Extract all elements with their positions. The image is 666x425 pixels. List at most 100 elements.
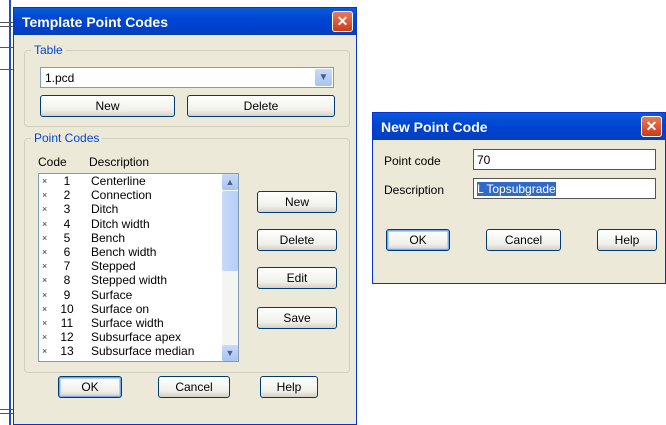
code-cell: 12 [60,330,74,345]
table-select[interactable]: 1.pcd ▼ [40,67,334,88]
description-cell: Ditch [91,202,119,217]
table-group-label: Table [31,43,66,57]
close-button[interactable]: ✕ [641,116,662,137]
point-code-label: Point code [384,154,441,168]
list-item[interactable]: × 12 Subsurface apex [39,331,222,343]
code-cell: 4 [63,216,71,231]
list-item[interactable]: × 10 Surface on [39,303,222,315]
help-button[interactable]: Help [597,229,657,251]
code-cell: 13 [60,344,74,359]
background-window-edge [9,0,11,425]
description-cell: Stepped width [91,273,168,288]
background-window-line [0,409,14,410]
point-codes-list[interactable]: × 1 Centerline × 2 Connection × 3 Ditch × 4 Ditch w… [38,173,239,362]
scroll-up-icon[interactable]: ▲ [222,174,238,190]
code-cell: 3 [63,202,71,217]
scroll-down-icon[interactable]: ▼ [222,345,238,361]
code-flag-icon: × [42,176,48,186]
list-item[interactable]: × 3 Ditch [39,203,222,215]
description-cell: Subsurface median [91,344,195,359]
code-cell: 5 [63,230,71,245]
list-item[interactable]: × 5 Bench [39,232,222,244]
description-cell: Bench [91,230,126,245]
description-cell: Stepped [91,259,136,274]
close-icon: ✕ [645,118,658,134]
help-button[interactable]: Help [260,376,318,398]
code-flag-icon: × [42,289,48,300]
list-scrollbar[interactable]: ▲ ▼ [222,174,238,361]
point-code-delete-button[interactable]: Delete [257,229,337,251]
cancel-button[interactable]: Cancel [158,376,230,398]
table-new-button[interactable]: New [40,95,175,117]
code-column-header: Code [38,155,67,169]
code-cell: 7 [63,259,71,274]
description-field[interactable]: L Topsubgrade [473,178,656,199]
new-point-code-dialog: New Point Code ✕ Point code 70 Descripti… [372,112,666,284]
description-cell: Bench width [91,245,157,259]
description-value: L Topsubgrade [477,181,556,196]
description-cell: Connection [91,188,152,203]
background-window-line [0,26,14,27]
list-item[interactable]: × 9 Surface [39,289,222,301]
code-flag-icon: × [42,318,48,328]
description-cell: Surface on [91,301,150,316]
title-bar[interactable]: New Point Code ✕ [373,113,665,140]
list-item[interactable]: × 2 Connection [39,189,222,201]
description-cell: Subsurface apex [91,330,182,345]
template-point-codes-dialog: Template Point Codes ✕ Table 1.pcd ▼ New… [13,7,357,425]
code-cell: 11 [60,316,74,330]
list-item[interactable]: × 7 Stepped [39,260,222,272]
code-flag-icon: × [42,261,48,272]
title-bar[interactable]: Template Point Codes ✕ [14,8,356,35]
point-code-field[interactable]: 70 [473,149,656,170]
scroll-thumb[interactable] [222,191,238,271]
code-cell: 9 [63,287,71,302]
point-code-value: 70 [477,152,491,167]
code-flag-icon: × [42,275,48,286]
description-cell: Surface width [91,316,164,330]
close-icon: ✕ [336,13,349,29]
list-item[interactable]: × 13 Subsurface median [39,345,222,357]
code-flag-icon: × [42,204,48,215]
background-window-line [0,22,14,23]
close-button[interactable]: ✕ [332,11,353,32]
code-cell: 8 [63,273,71,288]
cancel-button[interactable]: Cancel [486,229,561,251]
point-codes-group-label: Point Codes [31,131,103,145]
background-window-line [0,47,14,48]
table-delete-button[interactable]: Delete [187,95,335,117]
code-flag-icon: × [42,218,48,229]
description-cell: Surface [91,287,133,302]
code-flag-icon: × [42,346,48,357]
list-item[interactable]: × 8 Stepped width [39,274,222,286]
list-item[interactable]: × 6 Bench width [39,246,222,258]
code-cell: 1 [63,174,71,188]
ok-button[interactable]: OK [386,229,450,251]
list-item[interactable]: × 1 Centerline [39,175,222,187]
table-select-value: 1.pcd [45,70,75,85]
dialog-title: Template Point Codes [22,13,168,30]
point-code-edit-button[interactable]: Edit [257,267,337,289]
code-cell: 10 [60,301,74,316]
description-cell: Centerline [91,174,146,188]
code-flag-icon: × [42,232,48,243]
description-label: Description [384,183,445,197]
description-column-header: Description [89,155,150,169]
point-code-save-button[interactable]: Save [257,307,337,329]
description-cell: Ditch width [91,216,150,231]
code-cell: 6 [63,245,71,259]
list-item[interactable]: × 4 Ditch width [39,218,222,230]
code-flag-icon: × [42,303,48,314]
table-group: Table 1.pcd ▼ New Delete [24,43,350,127]
ok-button[interactable]: OK [58,376,122,398]
background-window-line [0,69,14,70]
chevron-down-icon[interactable]: ▼ [315,69,332,86]
code-flag-icon: × [42,247,48,257]
point-codes-group: Point Codes Code Description × 1 Centerlin… [24,131,350,373]
point-code-new-button[interactable]: New [257,191,337,213]
code-cell: 2 [63,188,71,203]
code-flag-icon: × [42,332,48,343]
background-window-line [0,413,14,414]
list-item[interactable]: × 11 Surface width [39,317,222,329]
dialog-title: New Point Code [381,118,488,135]
